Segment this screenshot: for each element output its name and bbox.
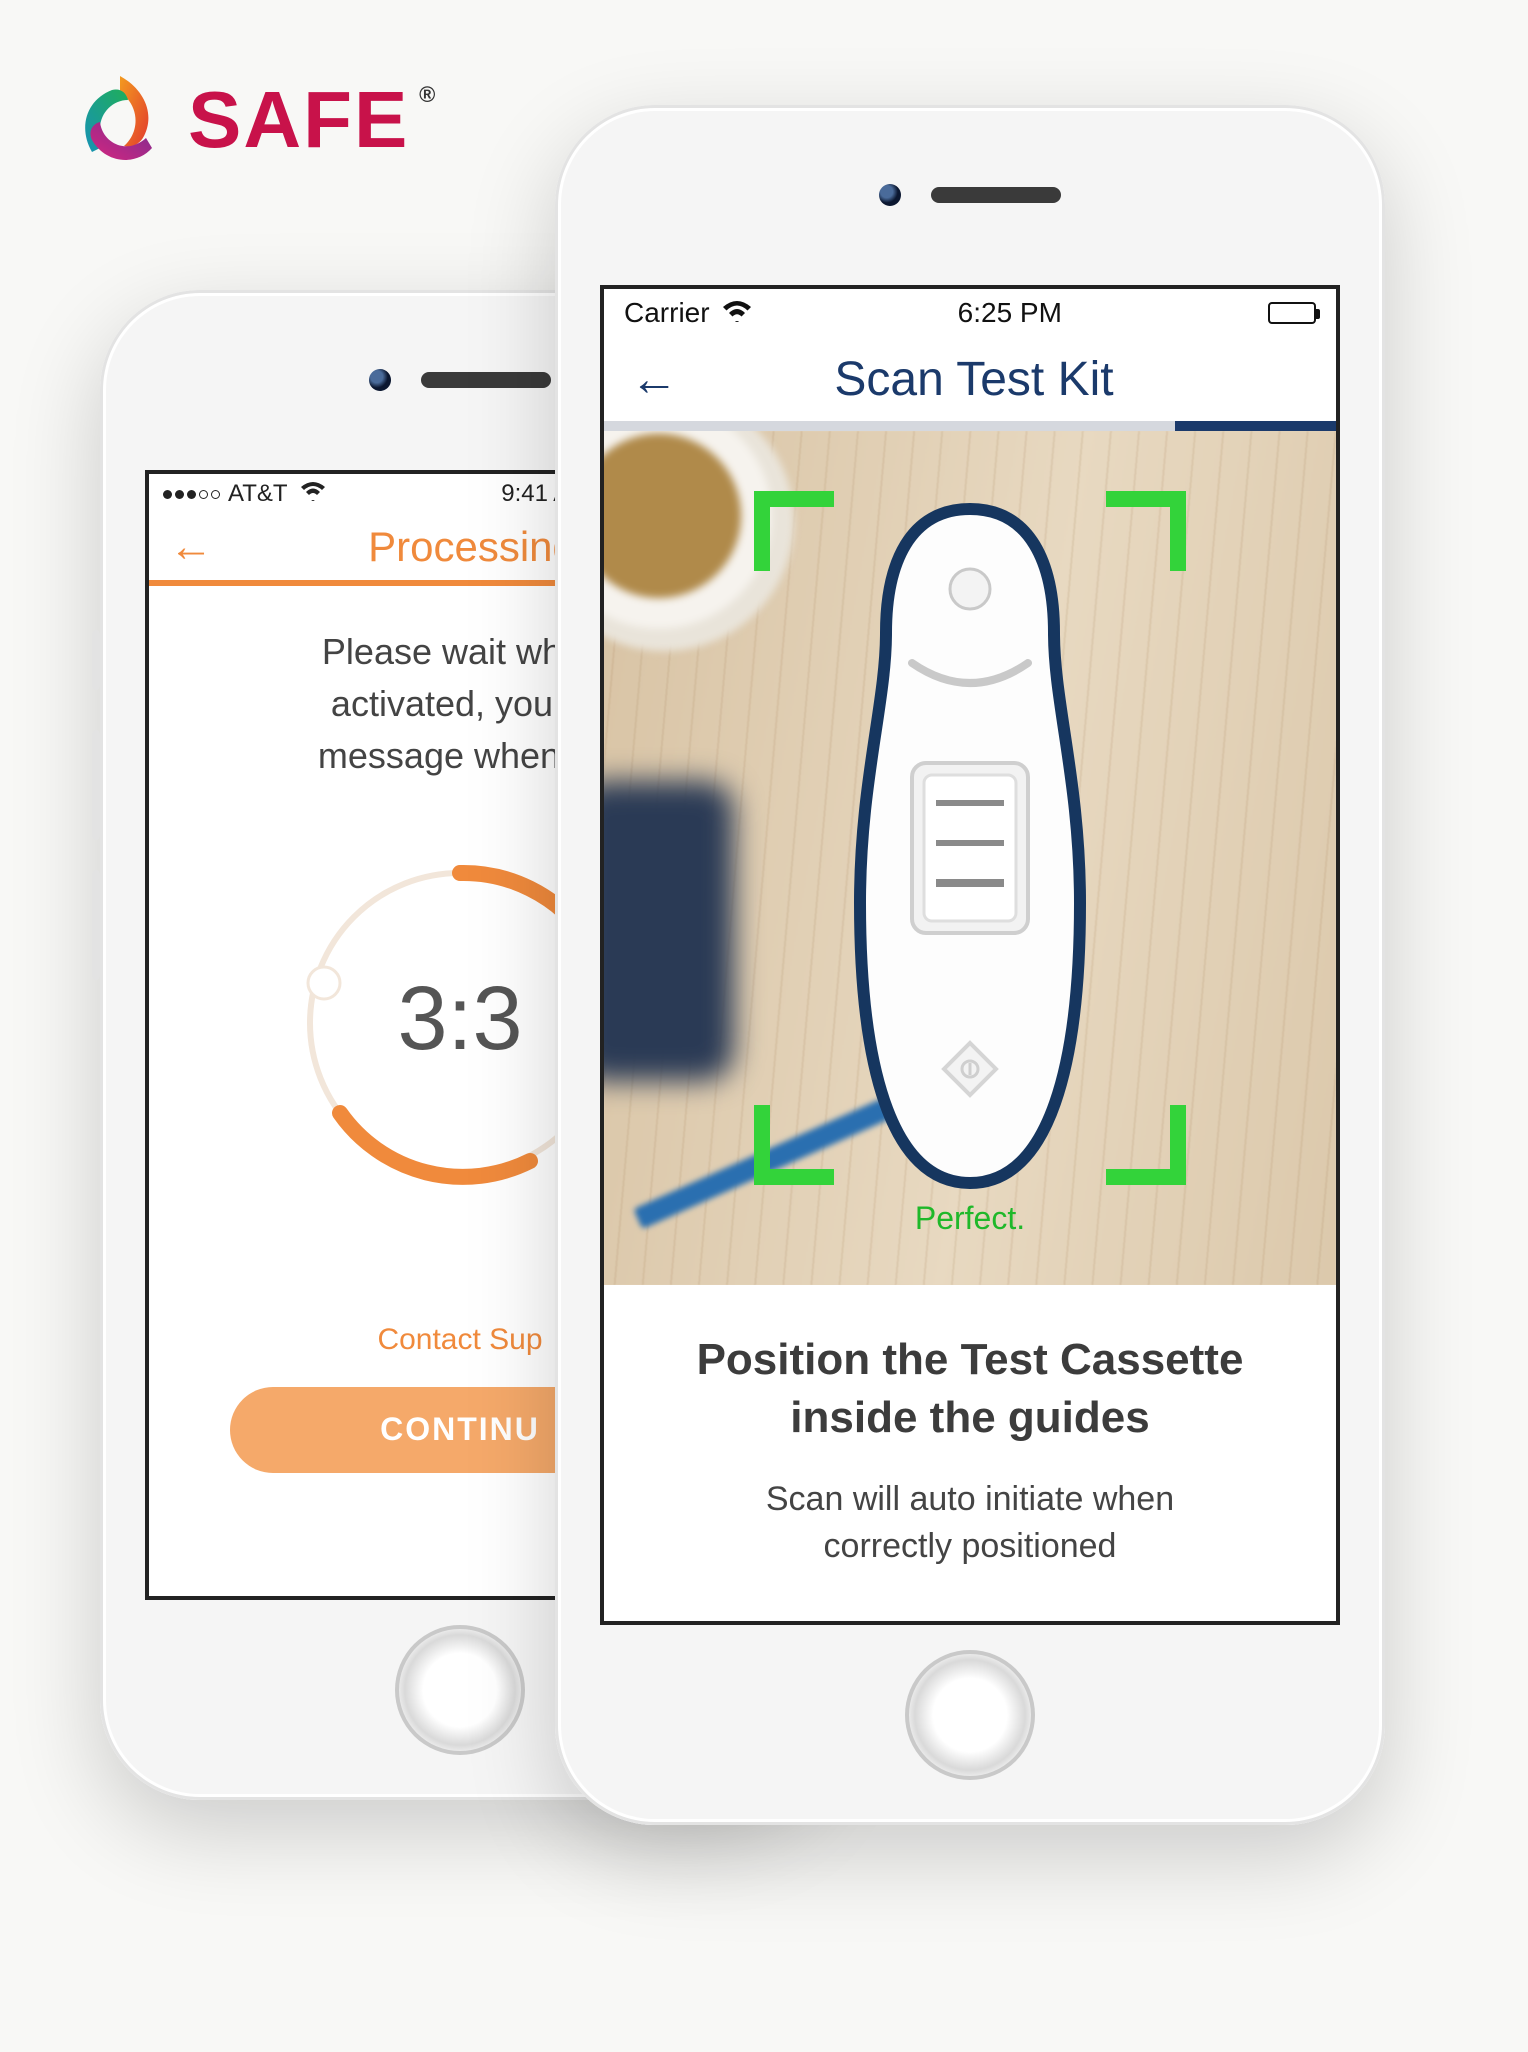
progress-bar [604,421,1336,431]
nav-title: Scan Test Kit [638,352,1310,407]
scan-status-label: Perfect. [604,1200,1336,1237]
battery-icon [1268,302,1316,324]
status-bar: Carrier 6:25 PM [604,289,1336,337]
test-cassette-icon [820,503,1120,1193]
timer-value: 3:3 [397,968,522,1071]
phone-mock-scan: Carrier 6:25 PM ← Scan Test Kit [555,105,1385,1825]
instruction-title: Position the Test Cassette inside the gu… [644,1331,1296,1445]
wifi-icon [722,297,752,329]
wifi-icon [300,480,326,508]
signal-dots-icon [163,490,220,499]
home-button[interactable] [395,1625,525,1755]
clock-label: 6:25 PM [752,297,1268,329]
instruction-panel: Position the Test Cassette inside the gu… [604,1285,1336,1621]
carrier-label: AT&T [228,480,288,508]
safe-logo: SAFE [70,70,409,170]
safe-logo-icon [70,70,170,170]
nav-bar: ← Scan Test Kit [604,337,1336,421]
camera-viewport: Perfect. [604,431,1336,1285]
safe-logo-text: SAFE [188,74,409,166]
home-button[interactable] [905,1650,1035,1780]
carrier-label: Carrier [624,297,710,329]
instruction-subtitle: Scan will auto initiate when correctly p… [644,1476,1296,1571]
